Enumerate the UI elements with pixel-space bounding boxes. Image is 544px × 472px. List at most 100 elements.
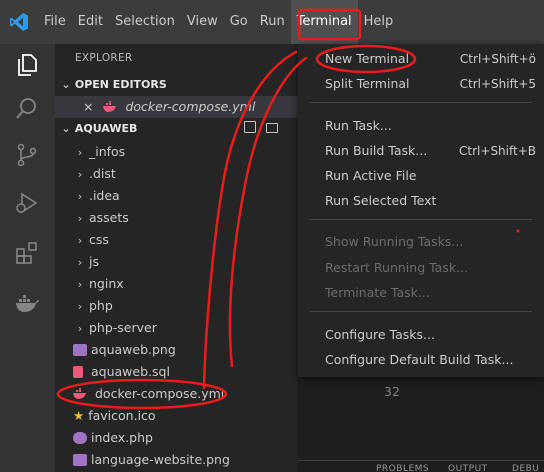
workspace-actions xyxy=(244,118,278,140)
file-label: index.php xyxy=(91,430,153,445)
open-editors-header[interactable]: ⌄ OPEN EDITORS xyxy=(55,74,298,96)
file-item[interactable]: aquaweb.sql xyxy=(55,361,298,383)
star-icon: ★ xyxy=(73,408,85,423)
new-folder-icon[interactable] xyxy=(266,123,278,133)
folder-label: .dist xyxy=(88,166,116,181)
menu-configure-default-build-task[interactable]: Configure Default Build Task... xyxy=(298,348,544,372)
chevron-right-icon: › xyxy=(77,190,83,203)
menu-item-label: Terminate Task... xyxy=(325,285,430,300)
activity-bar xyxy=(0,44,55,472)
file-item[interactable]: index.php xyxy=(55,427,298,449)
folder-item[interactable]: › _infos xyxy=(55,141,298,163)
search-icon[interactable] xyxy=(14,96,40,122)
vscode-logo-icon xyxy=(0,0,38,44)
menu-item-label: Run Build Task... xyxy=(325,143,428,158)
explorer-sidebar: EXPLORER ⌄ OPEN EDITORS × docker-compose… xyxy=(55,44,298,472)
menu-configure-tasks[interactable]: Configure Tasks... xyxy=(298,323,544,347)
folder-label: css xyxy=(88,232,109,247)
menu-restart-running-task: Restart Running Task... xyxy=(298,256,544,280)
source-control-icon[interactable] xyxy=(14,142,40,168)
menu-split-terminal[interactable]: Split Terminal Ctrl+Shift+5 xyxy=(298,72,544,96)
folder-item[interactable]: › assets xyxy=(55,207,298,229)
docker-file-icon xyxy=(103,99,125,114)
tab-problems[interactable]: PROBLEMS xyxy=(376,464,429,472)
file-label: aquaweb.png xyxy=(91,342,176,357)
folder-label: php-server xyxy=(88,320,157,335)
file-item[interactable]: ★ favicon.ico xyxy=(55,405,298,427)
menu-item-label: New Terminal xyxy=(325,51,410,66)
open-editor-filename: docker-compose.yml xyxy=(125,99,256,114)
file-label: favicon.ico xyxy=(88,408,156,423)
menu-item-label: Run Selected Text xyxy=(325,193,437,208)
open-editors-label: OPEN EDITORS xyxy=(74,78,167,91)
chevron-down-icon: ⌄ xyxy=(61,122,71,135)
folder-item[interactable]: › .dist xyxy=(55,163,298,185)
menu-separator xyxy=(310,219,532,220)
menu-run[interactable]: Run xyxy=(254,0,291,44)
title-bar: File Edit Selection View Go Run Terminal… xyxy=(0,0,544,44)
menu-new-terminal[interactable]: New Terminal Ctrl+Shift+ö xyxy=(298,47,544,71)
folder-item[interactable]: › nginx xyxy=(55,273,298,295)
folder-label: php xyxy=(88,298,113,313)
tab-debug[interactable]: DEBU xyxy=(512,464,539,472)
menu-terminate-task: Terminate Task... xyxy=(298,281,544,305)
docker-icon[interactable] xyxy=(14,290,40,316)
close-icon[interactable]: × xyxy=(83,99,93,114)
menu-item-label: Configure Tasks... xyxy=(325,327,435,342)
chevron-right-icon: › xyxy=(77,300,83,313)
file-item[interactable]: language-website.png xyxy=(55,449,298,471)
chevron-right-icon: › xyxy=(77,212,83,225)
file-item[interactable]: docker-compose.yml xyxy=(55,383,298,405)
menu-help[interactable]: Help xyxy=(358,0,400,44)
menu-terminal[interactable]: Terminal xyxy=(290,0,358,44)
chevron-right-icon: › xyxy=(77,322,83,335)
menu-selection[interactable]: Selection xyxy=(109,0,181,44)
menu-separator xyxy=(310,102,532,103)
chevron-right-icon: › xyxy=(77,278,83,291)
chevron-right-icon: › xyxy=(77,256,83,269)
menu-run-build-task[interactable]: Run Build Task... Ctrl+Shift+B xyxy=(298,139,544,163)
folder-item[interactable]: › php xyxy=(55,295,298,317)
run-debug-icon[interactable] xyxy=(14,190,40,216)
image-file-icon xyxy=(73,344,87,356)
menu-show-running-tasks: Show Running Tasks... xyxy=(298,230,544,254)
workspace-header[interactable]: ⌄ AQUAWEB xyxy=(55,118,298,140)
menu-item-label: Split Terminal xyxy=(325,76,410,91)
menu-run-task[interactable]: Run Task... xyxy=(298,114,544,138)
extensions-icon[interactable] xyxy=(14,240,40,266)
new-file-icon[interactable] xyxy=(244,121,257,133)
explorer-title: EXPLORER xyxy=(75,52,133,64)
menu-item-label: Run Task... xyxy=(325,118,392,133)
menu-view[interactable]: View xyxy=(181,0,224,44)
folder-item[interactable]: › php-server xyxy=(55,317,298,339)
menu-edit[interactable]: Edit xyxy=(72,0,109,44)
chevron-down-icon: ⌄ xyxy=(61,78,71,91)
menu-item-label: Restart Running Task... xyxy=(325,260,468,275)
folder-label: assets xyxy=(88,210,129,225)
menu-run-selected-text[interactable]: Run Selected Text xyxy=(298,189,544,213)
panel-tabs: PROBLEMS OUTPUT DEBU xyxy=(298,460,544,472)
folder-label: .idea xyxy=(88,188,120,203)
docker-file-icon xyxy=(73,386,95,401)
folder-item[interactable]: › .idea xyxy=(55,185,298,207)
folder-item[interactable]: › css xyxy=(55,229,298,251)
line-number: 32 xyxy=(384,384,400,399)
file-item[interactable]: aquaweb.png xyxy=(55,339,298,361)
open-editor-item[interactable]: × docker-compose.yml xyxy=(55,96,298,118)
file-label: aquaweb.sql xyxy=(91,364,170,379)
folder-label: js xyxy=(88,254,99,269)
folder-label: _infos xyxy=(88,144,126,159)
chevron-right-icon: › xyxy=(77,146,83,159)
workspace-label: AQUAWEB xyxy=(74,122,138,135)
menu-go[interactable]: Go xyxy=(224,0,254,44)
folder-item[interactable]: › js xyxy=(55,251,298,273)
menu-item-shortcut: Ctrl+Shift+ö xyxy=(459,52,536,66)
tab-output[interactable]: OUTPUT xyxy=(448,464,488,472)
explorer-files-icon[interactable] xyxy=(14,52,40,78)
menu-run-active-file[interactable]: Run Active File xyxy=(298,164,544,188)
php-file-icon xyxy=(73,432,87,444)
image-file-icon xyxy=(73,454,87,466)
menu-file[interactable]: File xyxy=(38,0,72,44)
folder-label: nginx xyxy=(88,276,124,291)
menu-item-label: Configure Default Build Task... xyxy=(325,352,514,367)
